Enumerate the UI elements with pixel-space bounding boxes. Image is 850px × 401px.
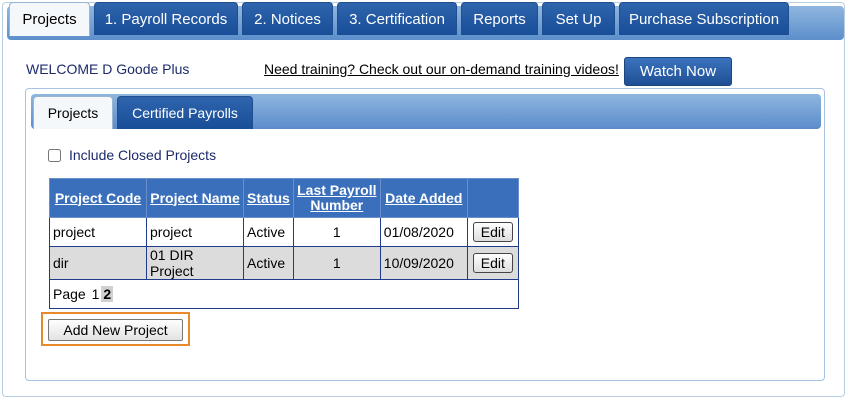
page-link-1[interactable]: 1 <box>90 286 102 302</box>
training-link[interactable]: Need training? Check out our on-demand t… <box>264 61 619 77</box>
tab-projects[interactable]: Projects <box>9 2 90 36</box>
cell-actions: Edit <box>466 217 519 247</box>
cell-project-name: 01 DIR Project <box>146 246 244 280</box>
tab-inner-projects[interactable]: Projects <box>33 96 113 129</box>
tab-certification[interactable]: 3. Certification <box>337 2 457 35</box>
cell-last-payroll: 1 <box>292 217 381 247</box>
include-closed-option[interactable]: Include Closed Projects <box>48 147 216 163</box>
welcome-text: WELCOME D Goode Plus <box>26 61 190 77</box>
tab-set-up[interactable]: Set Up <box>542 2 615 35</box>
header-last-payroll-number[interactable]: Last Payroll Number <box>292 178 381 218</box>
include-closed-checkbox[interactable] <box>48 148 61 162</box>
cell-project-code: dir <box>49 246 147 280</box>
projects-table: Project Code Project Name Status Last Pa… <box>49 178 519 309</box>
tab-reports[interactable]: Reports <box>461 2 538 35</box>
edit-button[interactable]: Edit <box>472 222 513 242</box>
table-row: dir 01 DIR Project Active 1 10/09/2020 E… <box>49 246 519 280</box>
header-project-name[interactable]: Project Name <box>146 178 244 218</box>
cell-status: Active <box>243 246 294 280</box>
cell-status: Active <box>243 217 294 247</box>
include-closed-label: Include Closed Projects <box>69 147 217 163</box>
header-project-code[interactable]: Project Code <box>49 178 147 218</box>
cell-date-added: 10/09/2020 <box>379 246 468 280</box>
header-actions <box>466 178 519 218</box>
cell-last-payroll: 1 <box>292 246 381 280</box>
add-new-project-highlight: Add New Project <box>41 312 190 346</box>
header-last-payroll-line1: Last Payroll <box>297 182 377 198</box>
tab-certified-payrolls[interactable]: Certified Payrolls <box>117 96 253 129</box>
header-date-added[interactable]: Date Added <box>379 178 468 218</box>
table-header-row: Project Code Project Name Status Last Pa… <box>49 178 519 218</box>
pager: Page 12 <box>49 279 519 309</box>
watch-now-button[interactable]: Watch Now <box>624 57 732 86</box>
pager-label: Page <box>53 286 86 302</box>
edit-button[interactable]: Edit <box>472 253 513 273</box>
header-status[interactable]: Status <box>243 178 294 218</box>
tab-payroll-records[interactable]: 1. Payroll Records <box>94 2 238 35</box>
add-new-project-button[interactable]: Add New Project <box>48 319 183 341</box>
pager-row: Page 12 <box>49 279 519 309</box>
table-row: project project Active 1 01/08/2020 Edit <box>49 217 519 247</box>
cell-date-added: 01/08/2020 <box>379 217 468 247</box>
header-last-payroll-line2: Number <box>310 197 364 213</box>
tab-notices[interactable]: 2. Notices <box>242 2 333 35</box>
page-current-2: 2 <box>101 286 114 302</box>
cell-actions: Edit <box>466 246 519 280</box>
cell-project-code: project <box>49 217 147 247</box>
tab-purchase-subscription[interactable]: Purchase Subscription <box>619 2 789 35</box>
cell-project-name: project <box>146 217 244 247</box>
